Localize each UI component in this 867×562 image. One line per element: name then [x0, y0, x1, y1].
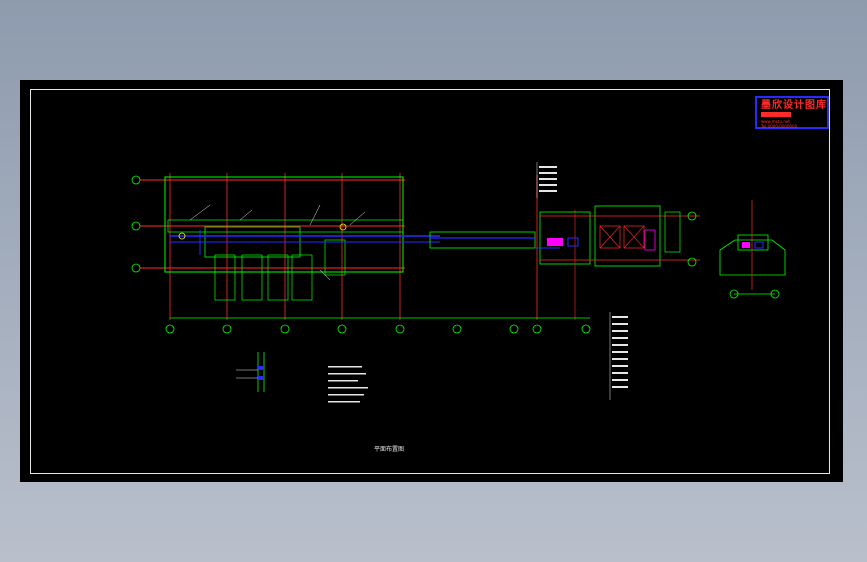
main-plan [140, 173, 440, 320]
equipment-legend [536, 162, 628, 400]
stamp-highlight-bar [761, 112, 791, 117]
stamp-title: 墨欣设计图库 [761, 100, 827, 111]
cad-drawing-canvas[interactable] [20, 80, 843, 482]
section-view [719, 200, 786, 299]
detail-and-notes [236, 352, 368, 403]
stamp-contact: Tel:0000-0000000 [761, 124, 798, 129]
drawing-caption: 平面布置图 [374, 446, 405, 453]
drawing-sheet: 墨欣设计图库 www.mxtu.net Tel:0000-0000000 平面布… [20, 80, 843, 482]
pump-house-plan [535, 175, 700, 320]
corridor [429, 231, 536, 249]
title-stamp: 墨欣设计图库 www.mxtu.net Tel:0000-0000000 [755, 96, 829, 129]
axis-markers [131, 175, 697, 334]
